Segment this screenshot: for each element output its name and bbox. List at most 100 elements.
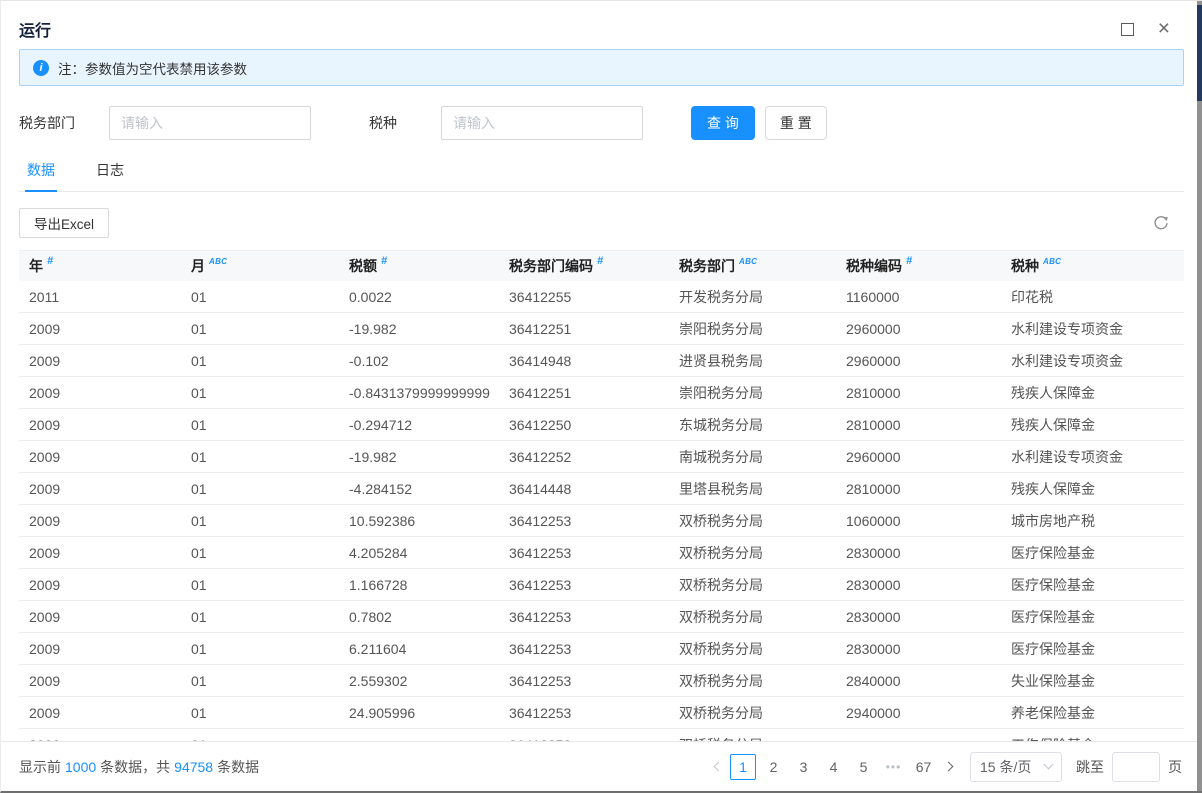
next-page-icon[interactable]: [936, 754, 960, 780]
table-cell: 36412251: [499, 321, 669, 337]
table-cell: 双桥税务分局: [669, 639, 836, 659]
table-cell: 24.905996: [339, 705, 499, 721]
table-cell: 2009: [19, 353, 181, 369]
page-ellipsis: •••: [881, 754, 906, 780]
table-row: 20090124.90599636412253双桥税务分局2940000养老保险…: [19, 697, 1184, 729]
tab-data[interactable]: 数据: [25, 156, 57, 192]
maximize-icon[interactable]: [1121, 23, 1134, 36]
table-cell: 01: [181, 513, 339, 529]
page-button[interactable]: 1: [730, 754, 756, 780]
table-cell: 医疗保险基金: [1001, 607, 1184, 627]
jump-page-input[interactable]: [1112, 752, 1160, 782]
table-cell: 01: [181, 705, 339, 721]
column-label: 年: [29, 256, 43, 276]
page-button[interactable]: 4: [821, 754, 846, 780]
table-cell: 2009: [19, 705, 181, 721]
table-cell: 6.211604: [339, 641, 499, 657]
refresh-icon[interactable]: [1152, 214, 1170, 232]
table-cell: 01: [181, 385, 339, 401]
column-label: 月: [191, 256, 205, 276]
page-size-select[interactable]: 15 条/页: [970, 752, 1062, 782]
prev-page-icon[interactable]: [706, 754, 730, 780]
scrollbar-thumb[interactable]: [1197, 5, 1202, 101]
page-button[interactable]: 67: [911, 754, 936, 780]
column-label: 税务部门编码: [509, 256, 593, 276]
table-header: 年#月ABC税额#税务部门编码#税务部门ABC税种编码#税种ABC: [19, 250, 1184, 281]
table-cell: 01: [181, 641, 339, 657]
column-label: 税额: [349, 256, 377, 276]
column-header[interactable]: 税种编码#: [836, 256, 1001, 276]
table-cell: 01: [181, 353, 339, 369]
table-cell: -4.284152: [339, 481, 499, 497]
column-header[interactable]: 年#: [19, 256, 181, 276]
table-cell: 2009: [19, 673, 181, 689]
table-cell: 残疾人保障金: [1001, 479, 1184, 499]
numeric-type-icon: #: [381, 255, 387, 267]
page-button[interactable]: 2: [761, 754, 786, 780]
table-row: 200901-4.28415236414448里塔县税务局2810000残疾人保…: [19, 473, 1184, 505]
numeric-type-icon: #: [47, 255, 53, 267]
table-body: 2011010.002236412255开发税务分局1160000印花税2009…: [19, 281, 1184, 742]
table-row: 20090110.59238636412253双桥税务分局1060000城市房地…: [19, 505, 1184, 537]
column-header[interactable]: 月ABC: [181, 256, 339, 276]
table-cell: 2009: [19, 481, 181, 497]
table-cell: 水利建设专项资金: [1001, 447, 1184, 467]
table-cell: 36412250: [499, 417, 669, 433]
table-cell: 0.7802: [339, 609, 499, 625]
column-header[interactable]: 税种ABC: [1001, 256, 1184, 276]
table-cell: 2940000: [836, 705, 1001, 721]
table-cell: 36412253: [499, 577, 669, 593]
table-cell: 2.559302: [339, 673, 499, 689]
table-cell: 崇阳税务分局: [669, 383, 836, 403]
close-icon[interactable]: ×: [1158, 22, 1170, 36]
table-cell: 36414448: [499, 481, 669, 497]
tax-department-input[interactable]: [109, 106, 311, 140]
table-cell: 36412252: [499, 449, 669, 465]
table-cell: 2009: [19, 385, 181, 401]
export-excel-button[interactable]: 导出Excel: [19, 208, 109, 238]
table-cell: 1160000: [836, 289, 1001, 305]
table-cell: 双桥税务分局: [669, 607, 836, 627]
table-cell: 双桥税务分局: [669, 703, 836, 723]
notice-banner: i 注：参数值为空代表禁用该参数: [19, 49, 1184, 86]
reset-button[interactable]: 重 置: [765, 106, 827, 140]
page-size-value: 15 条/页: [980, 757, 1031, 777]
tax-type-input[interactable]: [441, 106, 643, 140]
table-cell: 01: [181, 449, 339, 465]
table-cell: 36414948: [499, 353, 669, 369]
column-header[interactable]: 税务部门编码 #: [499, 256, 669, 276]
table-cell: 双桥税务分局: [669, 575, 836, 595]
table-cell: 2960000: [836, 353, 1001, 369]
table-cell: 2009: [19, 609, 181, 625]
numeric-type-icon: #: [906, 255, 912, 267]
table-cell: 2009: [19, 449, 181, 465]
page-button[interactable]: 3: [791, 754, 816, 780]
table-cell: 36412253: [499, 705, 669, 721]
table-cell: 失业保险基金: [1001, 671, 1184, 691]
numeric-type-icon: #: [597, 255, 603, 267]
column-label: 税务部门: [679, 256, 735, 276]
table-cell: 01: [181, 609, 339, 625]
table-cell: 双桥税务分局: [669, 671, 836, 691]
scrollbar-track[interactable]: [1197, 1, 1202, 791]
table-cell: 医疗保险基金: [1001, 575, 1184, 595]
table-cell: 2011: [19, 289, 181, 305]
column-header[interactable]: 税务部门ABC: [669, 256, 836, 276]
table-cell: 2830000: [836, 609, 1001, 625]
table-cell: 进贤县税务局: [669, 351, 836, 371]
table-cell: 1060000: [836, 513, 1001, 529]
info-icon: i: [33, 60, 49, 76]
page-button[interactable]: 5: [851, 754, 876, 780]
table-toolbar: 导出Excel: [1, 192, 1202, 250]
table-cell: 01: [181, 481, 339, 497]
column-header[interactable]: 税额 #: [339, 256, 499, 276]
table-cell: 36412253: [499, 545, 669, 561]
table-cell: 2009: [19, 641, 181, 657]
tax-department-label: 税务部门: [19, 113, 75, 133]
query-button[interactable]: 查 询: [691, 106, 755, 140]
table-cell: 2810000: [836, 481, 1001, 497]
column-label: 税种: [1011, 256, 1039, 276]
tab-log[interactable]: 日志: [94, 156, 126, 191]
table-cell: 2009: [19, 513, 181, 529]
total-count: 94758: [174, 759, 213, 775]
